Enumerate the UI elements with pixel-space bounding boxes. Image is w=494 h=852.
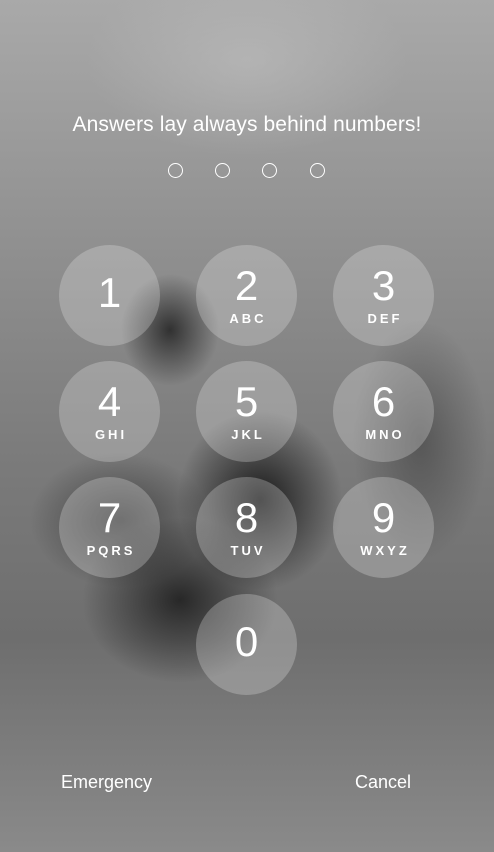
passcode-dot-1 bbox=[168, 163, 183, 178]
key-digit: 5 bbox=[234, 378, 259, 425]
key-2[interactable]: 2 ABC bbox=[196, 245, 297, 346]
key-digit: 8 bbox=[234, 494, 259, 541]
key-digit: 2 bbox=[234, 262, 259, 309]
key-digit: 0 bbox=[234, 618, 259, 665]
emergency-button[interactable]: Emergency bbox=[61, 772, 152, 793]
key-6[interactable]: 6 MNO bbox=[333, 361, 434, 462]
key-digit: 6 bbox=[371, 378, 396, 425]
key-digit: 9 bbox=[371, 494, 396, 541]
key-digit: 3 bbox=[371, 262, 396, 309]
prompt-title: Answers lay always behind numbers! bbox=[72, 113, 422, 136]
key-letters: ABC bbox=[229, 311, 267, 326]
key-letters: TUV bbox=[230, 543, 266, 558]
key-letters: GHI bbox=[94, 427, 128, 442]
key-digit: 7 bbox=[97, 494, 122, 541]
passcode-dot-3 bbox=[262, 163, 277, 178]
cancel-button[interactable]: Cancel bbox=[355, 772, 411, 793]
key-letters: DEF bbox=[367, 311, 403, 326]
key-letters: PQRS bbox=[86, 543, 136, 558]
key-8[interactable]: 8 TUV bbox=[196, 477, 297, 578]
key-7[interactable]: 7 PQRS bbox=[59, 477, 160, 578]
key-1[interactable]: 1 bbox=[59, 245, 160, 346]
key-digit: 1 bbox=[97, 269, 122, 316]
passcode-dot-4 bbox=[310, 163, 325, 178]
passcode-dots bbox=[0, 163, 494, 183]
key-letters: MNO bbox=[365, 427, 405, 442]
key-9[interactable]: 9 WXYZ bbox=[333, 477, 434, 578]
key-4[interactable]: 4 GHI bbox=[59, 361, 160, 462]
key-5[interactable]: 5 JKL bbox=[196, 361, 297, 462]
key-letters: WXYZ bbox=[360, 543, 410, 558]
key-0[interactable]: 0 bbox=[196, 594, 297, 695]
key-digit: 4 bbox=[97, 378, 122, 425]
key-3[interactable]: 3 DEF bbox=[333, 245, 434, 346]
key-letters: JKL bbox=[231, 427, 265, 442]
passcode-dot-2 bbox=[215, 163, 230, 178]
